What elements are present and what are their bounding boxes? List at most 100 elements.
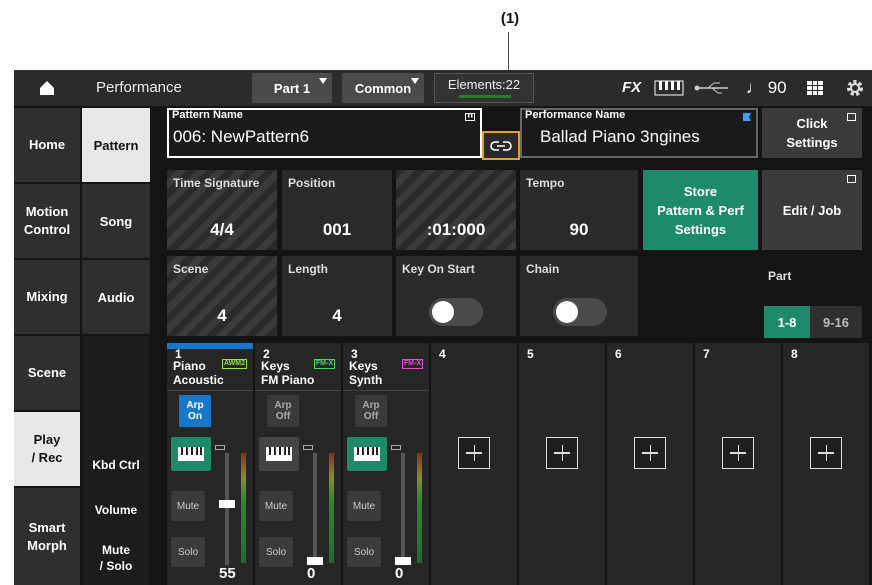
link-button[interactable] [482, 131, 520, 160]
arp-button[interactable]: Arp On [179, 395, 211, 427]
part-column: 2 Keys FM Piano FM-X Arp Off Mute Solo 0 [255, 343, 341, 585]
kbd-ctrl-button[interactable] [171, 437, 211, 471]
subnav-audio[interactable]: Audio [82, 260, 150, 334]
part-column: 4 [431, 343, 517, 585]
elements-count: Elements:22 [447, 77, 521, 92]
length-panel[interactable]: Length 4 [282, 256, 392, 336]
part-number: 6 [615, 347, 622, 361]
tempo-value: 90 [569, 220, 589, 239]
click-settings-label: Click Settings [786, 116, 838, 150]
chain-toggle[interactable] [553, 298, 607, 326]
volume-value: 0 [395, 565, 404, 582]
meter-peak-box [303, 445, 313, 450]
solo-button[interactable]: Solo [259, 537, 293, 567]
part-select-label: Part [768, 269, 792, 283]
engine-badge: FM-X [401, 359, 423, 369]
row-label-kbd-ctrl: Kbd Ctrl [92, 458, 140, 472]
solo-button[interactable]: Solo [171, 537, 205, 567]
arp-button[interactable]: Arp Off [267, 395, 299, 427]
tempo-indicator[interactable]: ♩ 90 [746, 78, 787, 98]
engine-badge: AWM2 [222, 359, 247, 369]
subnav-pattern-label: Pattern [93, 137, 139, 153]
volume-fader-knob[interactable] [395, 557, 411, 565]
subnav-song[interactable]: Song [82, 184, 150, 258]
add-part-button[interactable] [722, 437, 754, 469]
position-beat-panel[interactable]: :01:000 [396, 170, 516, 250]
part-number: 7 [703, 347, 710, 361]
nav-motion-control[interactable]: Motion Control [14, 184, 80, 258]
scene-value: 4 [217, 306, 227, 325]
home-button[interactable] [14, 70, 80, 106]
volume-fader-track [225, 453, 229, 565]
performance-name-field[interactable]: Performance Name Ballad Piano 3ngines [520, 108, 758, 158]
elements-indicator: Elements:22 [434, 73, 534, 103]
pattern-name-field[interactable]: Pattern Name 006: NewPattern6 [167, 108, 482, 158]
screen-title: Performance [96, 79, 182, 96]
keyboard-icon [465, 113, 475, 121]
toggle-knob [556, 301, 578, 323]
part-header-divider [255, 390, 341, 391]
add-part-button[interactable] [458, 437, 490, 469]
row-label-mute-solo: Mute / Solo [99, 543, 133, 573]
window-icon [847, 175, 856, 183]
part-category: Piano [173, 359, 206, 373]
part-dropdown[interactable]: Part 1 [252, 73, 332, 103]
kbd-ctrl-button[interactable] [259, 437, 299, 471]
nav-smart-morph[interactable]: Smart Morph [14, 488, 80, 585]
keyboard-icon [266, 447, 292, 461]
arp-button[interactable]: Arp Off [355, 395, 387, 427]
meter-peak-box [391, 445, 401, 450]
add-part-button[interactable] [810, 437, 842, 469]
part-column: 6 [607, 343, 693, 585]
nav-mixing[interactable]: Mixing [14, 260, 80, 334]
pattern-name-label: Pattern Name [172, 109, 243, 121]
top-bar: Performance Part 1 Common Elements:22 FX… [14, 70, 872, 106]
store-settings-label: Store Pattern & Perf Settings [657, 183, 744, 237]
tempo-panel[interactable]: Tempo 90 [520, 170, 638, 250]
position-beat-value: :01:000 [426, 220, 486, 239]
add-part-button[interactable] [546, 437, 578, 469]
grid-icon[interactable] [807, 81, 823, 95]
part-column: 1 Piano Acoustic AWM2 Arp On Mute Solo 55 [167, 343, 253, 585]
mute-button[interactable]: Mute [347, 491, 381, 521]
edit-job-button[interactable]: Edit / Job [762, 170, 862, 250]
synth-screen: Performance Part 1 Common Elements:22 FX… [14, 70, 872, 585]
toggle-knob [432, 301, 454, 323]
store-settings-button[interactable]: Store Pattern & Perf Settings [643, 170, 758, 250]
position-label: Position [288, 176, 336, 190]
kbd-ctrl-button[interactable] [347, 437, 387, 471]
part-column: 5 [519, 343, 605, 585]
subnav-pattern[interactable]: Pattern [82, 108, 150, 182]
part-column: 8 [783, 343, 869, 585]
window-icon [847, 113, 856, 121]
chain-label: Chain [526, 262, 560, 276]
part-number: 4 [439, 347, 446, 361]
nav-home[interactable]: Home [14, 108, 80, 182]
common-dropdown-label: Common [354, 80, 412, 96]
callout-label: (1) [500, 10, 520, 27]
time-signature-panel[interactable]: Time Signature 4/4 [167, 170, 277, 250]
edit-job-label: Edit / Job [782, 202, 842, 218]
key-on-start-toggle[interactable] [429, 298, 483, 326]
position-measure-panel[interactable]: Position 001 [282, 170, 392, 250]
mute-button[interactable]: Mute [171, 491, 205, 521]
volume-fader-knob[interactable] [219, 499, 235, 508]
nav-motion-control-label: Motion Control [23, 204, 71, 237]
nav-smart-morph-label: Smart Morph [27, 519, 67, 553]
part-range-9-16[interactable]: 9-16 [810, 306, 862, 338]
scene-panel[interactable]: Scene 4 [167, 256, 277, 336]
home-icon [40, 81, 54, 95]
nav-play-rec[interactable]: Play / Rec [14, 412, 80, 486]
common-dropdown[interactable]: Common [342, 73, 424, 103]
mute-button[interactable]: Mute [259, 491, 293, 521]
gear-icon[interactable] [845, 78, 865, 98]
part-range-1-8[interactable]: 1-8 [764, 306, 810, 338]
nav-scene[interactable]: Scene [14, 336, 80, 410]
add-part-button[interactable] [634, 437, 666, 469]
click-settings-button[interactable]: Click Settings [762, 108, 862, 158]
link-icon [490, 140, 512, 151]
level-meter [417, 453, 422, 563]
solo-button[interactable]: Solo [347, 537, 381, 567]
volume-fader-knob[interactable] [307, 557, 323, 565]
nav-scene-label: Scene [27, 365, 67, 380]
